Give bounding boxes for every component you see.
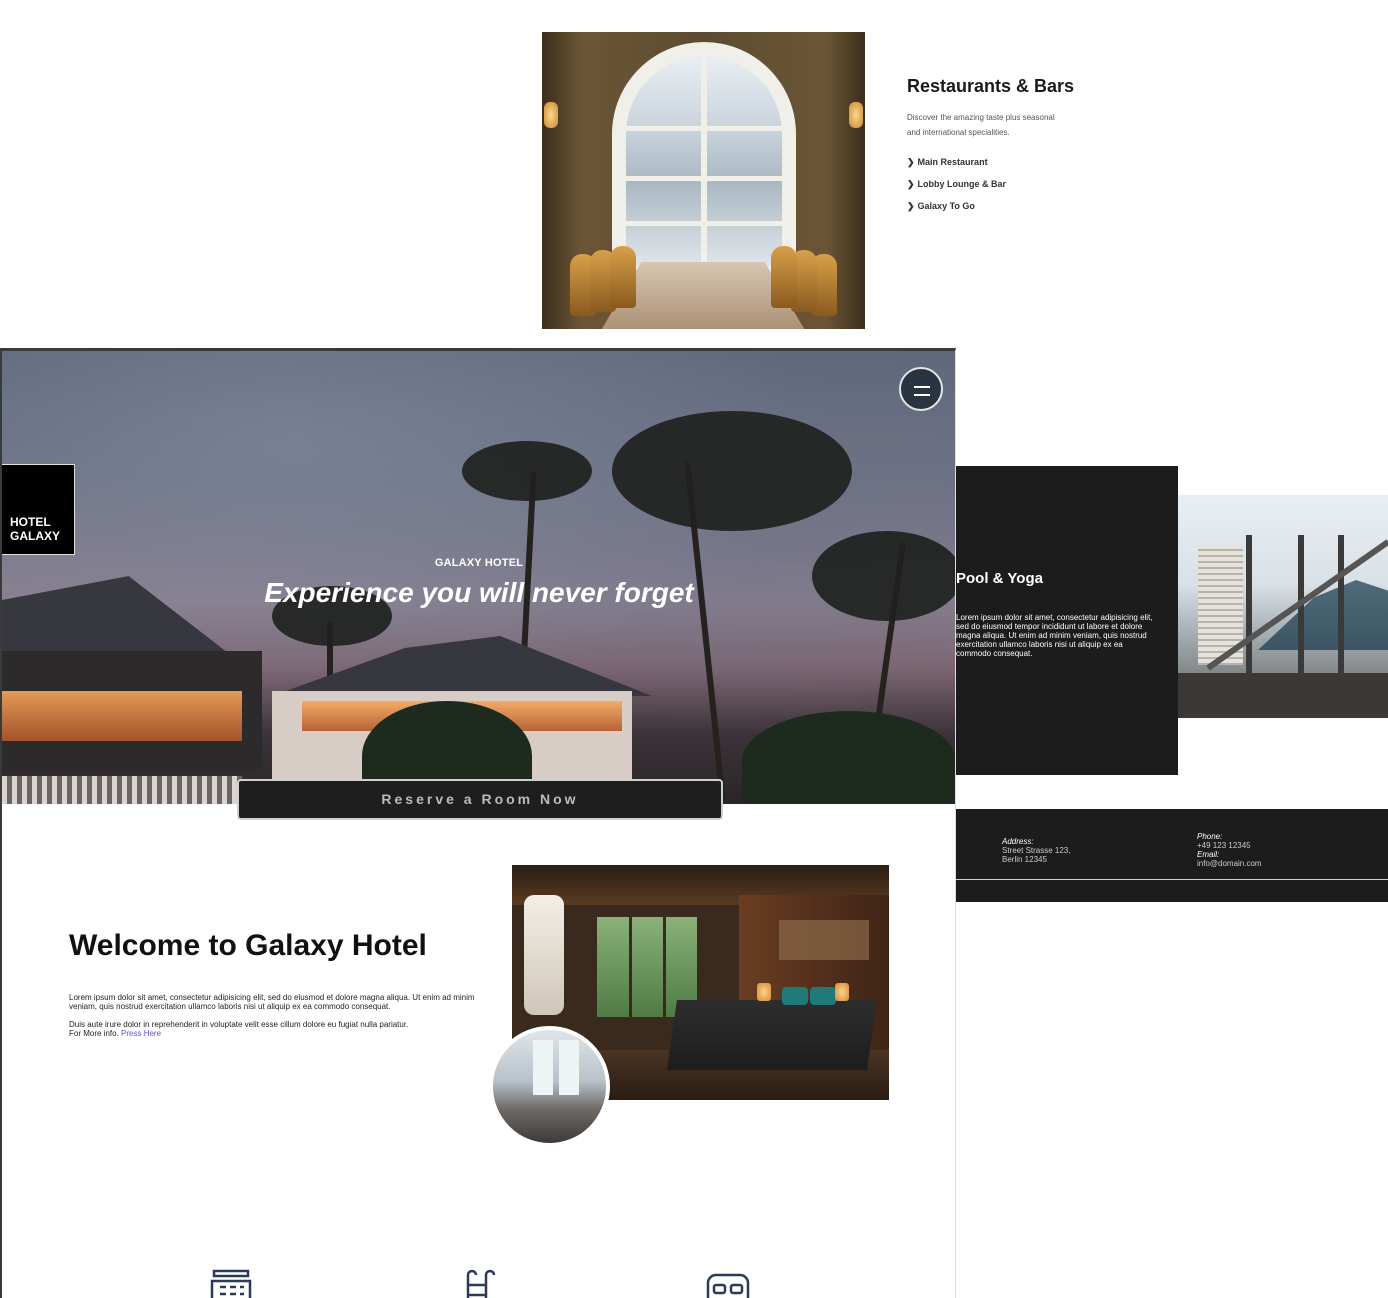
- link-label: Lobby Lounge & Bar: [917, 179, 1007, 189]
- phone-label: Phone:: [1197, 832, 1223, 841]
- hero-kicker: GALAXY HOTEL: [434, 557, 524, 569]
- pool-description: Lorem ipsum dolor sit amet, consectetur …: [956, 613, 1153, 658]
- more-info-prefix: For More info.: [69, 1029, 119, 1038]
- logo-line-2: GALAXY: [10, 529, 61, 543]
- welcome-paragraph-2: Duis aute irure dolor in reprehenderit i…: [69, 1020, 479, 1038]
- pool-yoga-photo: [1178, 495, 1388, 718]
- address-label: Address:: [1002, 837, 1034, 846]
- address-block: Address: Street Strasse 123, Berlin 1234…: [1002, 837, 1070, 864]
- restaurant-round-photo: [489, 1026, 610, 1147]
- pool-ladder-icon: [466, 1269, 496, 1298]
- restaurants-title: Restaurants & Bars: [907, 76, 1075, 96]
- logo-line-1: HOTEL: [10, 515, 51, 529]
- link-label: Main Restaurant: [917, 157, 988, 167]
- chevron-right-icon: ❯: [907, 201, 915, 211]
- menu-button[interactable]: [899, 367, 943, 411]
- address-line-1: Street Strasse 123,: [1002, 846, 1071, 855]
- bed-icon: [706, 1273, 750, 1298]
- hotel-building-icon: [210, 1269, 252, 1298]
- reserve-room-button[interactable]: Reserve a Room Now: [237, 779, 723, 820]
- footer-divider: [956, 879, 1388, 880]
- phone-value[interactable]: +49 123 12345: [1197, 841, 1251, 850]
- restaurant-photo: [542, 32, 865, 329]
- main-page-panel: HOTEL GALAXY GALAXY HOTEL Experience you…: [0, 348, 956, 1298]
- hero-section: HOTEL GALAXY GALAXY HOTEL Experience you…: [2, 351, 955, 804]
- email-label: Email:: [1197, 850, 1220, 859]
- email-value[interactable]: info@domain.com: [1197, 859, 1262, 868]
- link-label: Galaxy To Go: [917, 201, 975, 211]
- address-line-2: Berlin 12345: [1002, 855, 1047, 864]
- welcome-paragraph-1: Lorem ipsum dolor sit amet, consectetur …: [69, 993, 475, 1011]
- pool-title: Pool & Yoga: [956, 570, 1043, 587]
- link-galaxy-to-go[interactable]: ❯ Galaxy To Go: [907, 201, 975, 212]
- contact-footer: Address: Street Strasse 123, Berlin 1234…: [956, 809, 1388, 902]
- pool-yoga-card: Pool & Yoga Lorem ipsum dolor sit amet, …: [956, 466, 1178, 775]
- hotel-logo[interactable]: HOTEL GALAXY: [2, 464, 75, 555]
- restaurants-description: Discover the amazing taste plus seasonal…: [907, 113, 1055, 137]
- press-here-link[interactable]: Press Here: [121, 1029, 161, 1038]
- link-main-restaurant[interactable]: ❯ Main Restaurant: [907, 157, 988, 168]
- welcome-title: Welcome to Galaxy Hotel: [69, 929, 427, 962]
- link-lobby-lounge[interactable]: ❯ Lobby Lounge & Bar: [907, 179, 1006, 190]
- chevron-right-icon: ❯: [907, 157, 915, 167]
- hero-title: Experience you will never forget: [264, 577, 694, 608]
- chevron-right-icon: ❯: [907, 179, 915, 189]
- contact-block: Phone: +49 123 12345 Email: info@domain.…: [1197, 832, 1262, 868]
- welcome-paragraph-2-text: Duis aute irure dolor in reprehenderit i…: [69, 1020, 409, 1029]
